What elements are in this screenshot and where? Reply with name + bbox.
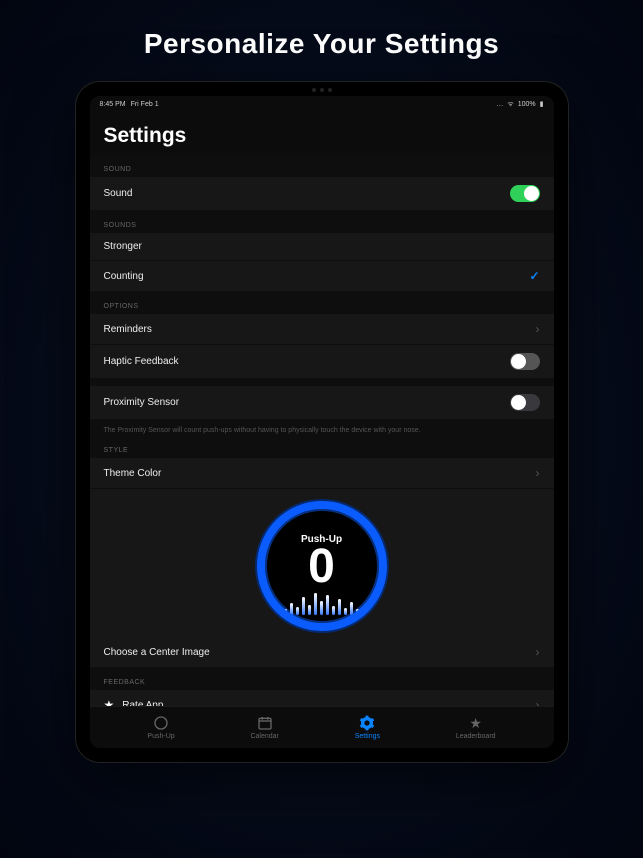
tab-calendar[interactable]: Calendar	[250, 715, 278, 740]
tab-settings[interactable]: Settings	[355, 715, 380, 740]
tab-bar: Push-Up Calendar Settings ★ Leaderboard	[90, 706, 554, 748]
wifi-icon: …	[496, 101, 503, 108]
pushup-count: 0	[308, 543, 335, 591]
wifi-icon: ᯤ	[507, 100, 513, 109]
calendar-icon	[257, 715, 273, 731]
promo-title: Personalize Your Settings	[144, 28, 499, 60]
device-frame: 8:45 PM Fri Feb 1 … ᯤ 100% ▮ Settings SO…	[76, 82, 568, 762]
section-header-style: STYLE	[90, 437, 554, 458]
row-haptic-feedback[interactable]: Haptic Feedback	[90, 345, 554, 378]
row-label: Haptic Feedback	[104, 356, 179, 367]
star-icon: ★	[468, 715, 484, 731]
status-time: 8:45 PM	[100, 101, 126, 108]
row-label: Choose a Center Image	[104, 647, 210, 658]
row-label: Sound	[104, 188, 133, 199]
sound-toggle[interactable]	[510, 185, 540, 202]
tab-label: Leaderboard	[456, 733, 496, 740]
row-choose-center-image[interactable]: Choose a Center Image ›	[90, 637, 554, 667]
chevron-right-icon: ›	[536, 645, 540, 659]
row-sound[interactable]: Sound	[90, 177, 554, 210]
section-header-options: OPTIONS	[90, 293, 554, 314]
equalizer-bars	[284, 593, 359, 615]
battery-icon: ▮	[540, 100, 544, 108]
settings-content[interactable]: SOUND Sound SOUNDS Stronger Counting ✓ O…	[90, 156, 554, 706]
row-theme-color[interactable]: Theme Color ›	[90, 458, 554, 489]
screen: 8:45 PM Fri Feb 1 … ᯤ 100% ▮ Settings SO…	[90, 96, 554, 748]
row-sound-option-stronger[interactable]: Stronger	[90, 233, 554, 261]
row-label: Stronger	[104, 241, 142, 252]
section-header-sounds: SOUNDS	[90, 212, 554, 233]
pushup-counter-widget[interactable]: Push-Up 0	[257, 501, 387, 631]
status-bar: 8:45 PM Fri Feb 1 … ᯤ 100% ▮	[90, 96, 554, 112]
proximity-footer: The Proximity Sensor will count push-ups…	[90, 421, 554, 437]
tab-label: Calendar	[250, 733, 278, 740]
row-label: Reminders	[104, 324, 152, 335]
row-label: Counting	[104, 271, 144, 282]
row-reminders[interactable]: Reminders ›	[90, 314, 554, 345]
status-date: Fri Feb 1	[131, 101, 159, 108]
circle-icon	[153, 715, 169, 731]
tab-label: Settings	[355, 733, 380, 740]
chevron-right-icon: ›	[536, 322, 540, 336]
tab-label: Push-Up	[147, 733, 174, 740]
row-sound-option-counting[interactable]: Counting ✓	[90, 261, 554, 291]
tab-pushup[interactable]: Push-Up	[147, 715, 174, 740]
section-header-sound: SOUND	[90, 156, 554, 177]
device-camera	[292, 88, 352, 92]
row-label: Proximity Sensor	[104, 397, 180, 408]
row-proximity-sensor[interactable]: Proximity Sensor	[90, 386, 554, 419]
gear-icon	[359, 715, 375, 731]
page-title: Settings	[90, 112, 554, 156]
battery-percent: 100%	[518, 101, 536, 108]
proximity-toggle[interactable]	[510, 394, 540, 411]
checkmark-icon: ✓	[529, 269, 539, 283]
row-label: Theme Color	[104, 468, 162, 479]
star-icon: ★	[104, 698, 115, 706]
row-rate-app[interactable]: ★ Rate App ›	[90, 690, 554, 706]
chevron-right-icon: ›	[536, 698, 540, 706]
tab-leaderboard[interactable]: ★ Leaderboard	[456, 715, 496, 740]
haptic-toggle[interactable]	[510, 353, 540, 370]
chevron-right-icon: ›	[536, 466, 540, 480]
section-header-feedback: FEEDBACK	[90, 669, 554, 690]
center-widget-preview: Push-Up 0	[90, 489, 554, 637]
